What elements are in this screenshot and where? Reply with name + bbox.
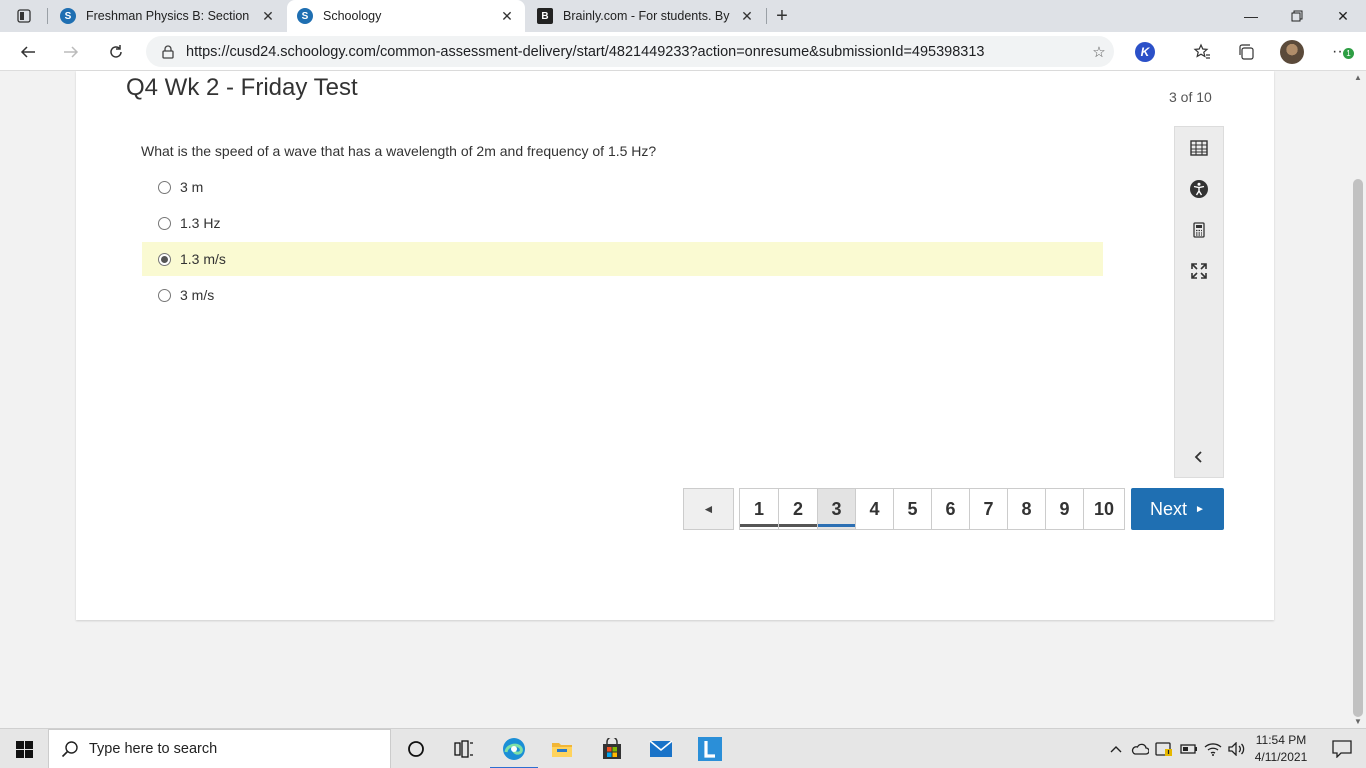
scroll-up-icon[interactable]: ▲ [1354,73,1362,82]
lock-icon[interactable] [160,44,176,59]
assessment-card: Q4 Wk 2 - Friday Test 3 of 10 What is th… [76,71,1274,620]
tab-separator [766,8,767,24]
url-text: https://cusd24.schoology.com/common-asse… [186,43,985,60]
forward-icon[interactable] [57,38,85,66]
close-window-icon[interactable]: ✕ [1320,0,1366,32]
answer-option[interactable]: 3 m [142,170,1103,204]
next-button-label: Next [1150,498,1188,519]
tab-title: Freshman Physics B: Section 1 | S [86,9,252,23]
answer-label: 3 m/s [180,287,215,303]
tab-brainly[interactable]: B Brainly.com - For students. By stu ✕ [527,0,765,32]
battery-icon[interactable] [1178,729,1200,768]
refresh-icon[interactable] [102,38,130,66]
close-tab-icon[interactable]: ✕ [499,8,515,24]
volume-icon[interactable] [1226,729,1248,768]
close-tab-icon[interactable]: ✕ [260,8,276,24]
previous-question-button[interactable]: ◄ [683,488,734,530]
answer-label: 1.3 m/s [180,251,226,267]
page-content: Q4 Wk 2 - Friday Test 3 of 10 What is th… [0,71,1350,728]
page-button-4[interactable]: 4 [855,488,894,530]
tab-freshman-physics[interactable]: S Freshman Physics B: Section 1 | S ✕ [50,0,286,32]
clock-date: 4/11/2021 [1254,750,1308,764]
fullscreen-icon[interactable] [1175,256,1223,286]
question-progress: 3 of 10 [1169,89,1212,105]
windows-taskbar: Type here to search 11:54 PM 4/11/2021 [0,728,1366,768]
tab-actions-icon[interactable] [10,7,38,25]
collapse-chevron-icon[interactable] [1175,442,1223,472]
cortana-icon[interactable] [392,729,440,768]
taskbar-search-input[interactable]: Type here to search [48,729,391,768]
calculator-icon[interactable] [1175,215,1223,245]
clock-time: 11:54 PM [1255,733,1307,747]
browser-tab-strip: S Freshman Physics B: Section 1 | S ✕ S … [0,0,1366,32]
page-title: Q4 Wk 2 - Friday Test [126,74,358,101]
tab-schoology[interactable]: S Schoology ✕ [287,0,525,32]
tab-separator [47,8,48,24]
edge-browser-icon[interactable] [490,729,538,768]
page-scrollbar[interactable]: ▲ ▼ [1350,71,1366,728]
microsoft-store-icon[interactable] [588,729,636,768]
page-button-5[interactable]: 5 [893,488,932,530]
tab-title: Brainly.com - For students. By stu [563,9,731,23]
question-text: What is the speed of a wave that has a w… [141,143,657,159]
address-bar[interactable]: https://cusd24.schoology.com/common-asse… [146,36,1114,67]
extension-icon[interactable]: K [1135,42,1155,62]
system-clock[interactable]: 11:54 PM 4/11/2021 [1250,732,1312,766]
next-button[interactable]: Next ► [1131,488,1224,530]
file-explorer-icon[interactable] [538,729,586,768]
answer-radio[interactable] [158,288,171,302]
scrollbar-thumb[interactable] [1353,179,1363,717]
answer-option[interactable]: 1.3 Hz [142,206,1103,240]
schoology-favicon-icon: S [60,8,76,24]
schoology-favicon-icon: S [297,8,313,24]
notification-center-icon[interactable] [1318,729,1366,768]
table-icon[interactable] [1175,133,1223,163]
task-view-icon[interactable] [440,729,488,768]
brainly-favicon-icon: B [537,8,553,24]
collections-icon[interactable] [1232,38,1260,66]
add-favorite-icon[interactable]: ☆ [1084,43,1114,61]
tab-title: Schoology [323,9,382,23]
browser-toolbar: https://cusd24.schoology.com/common-asse… [0,32,1366,71]
close-tab-icon[interactable]: ✕ [739,8,755,24]
answer-label: 1.3 Hz [180,215,221,231]
play-arrow-icon: ► [1195,503,1205,515]
windows-start-icon[interactable] [0,729,48,768]
page-button-1[interactable]: 1 [739,488,779,530]
answer-label: 3 m [180,179,204,195]
security-shield-icon[interactable] [1153,729,1175,768]
back-icon[interactable] [14,38,42,66]
show-hidden-icons-chevron-icon[interactable] [1106,729,1126,768]
tool-palette [1174,126,1224,478]
page-button-9[interactable]: 9 [1045,488,1084,530]
page-button-3[interactable]: 3 [817,488,856,530]
profile-avatar[interactable] [1280,40,1304,64]
scroll-down-icon[interactable]: ▼ [1354,717,1362,726]
accessibility-icon[interactable] [1175,174,1223,204]
mail-icon[interactable] [637,729,685,768]
new-tab-icon[interactable]: + [770,4,794,28]
favorites-icon[interactable] [1188,38,1216,66]
answer-radio[interactable] [158,216,171,230]
onedrive-cloud-icon[interactable] [1129,729,1151,768]
lightspeed-app-icon[interactable] [686,729,734,768]
answer-option-selected[interactable]: 1.3 m/s [142,242,1103,276]
search-placeholder: Type here to search [89,741,218,757]
restore-icon[interactable] [1274,0,1320,32]
page-button-6[interactable]: 6 [931,488,970,530]
minimize-icon[interactable]: — [1228,0,1274,32]
settings-menu-icon[interactable]: ··· 1 [1326,40,1354,64]
wifi-icon[interactable] [1202,729,1224,768]
page-button-2[interactable]: 2 [778,488,818,530]
update-badge: 1 [1343,48,1354,59]
search-icon [61,740,79,758]
answer-option[interactable]: 3 m/s [142,278,1103,312]
page-button-7[interactable]: 7 [969,488,1008,530]
answer-radio[interactable] [158,180,171,194]
answer-radio-checked[interactable] [158,252,171,266]
page-button-10[interactable]: 10 [1083,488,1125,530]
page-button-8[interactable]: 8 [1007,488,1046,530]
